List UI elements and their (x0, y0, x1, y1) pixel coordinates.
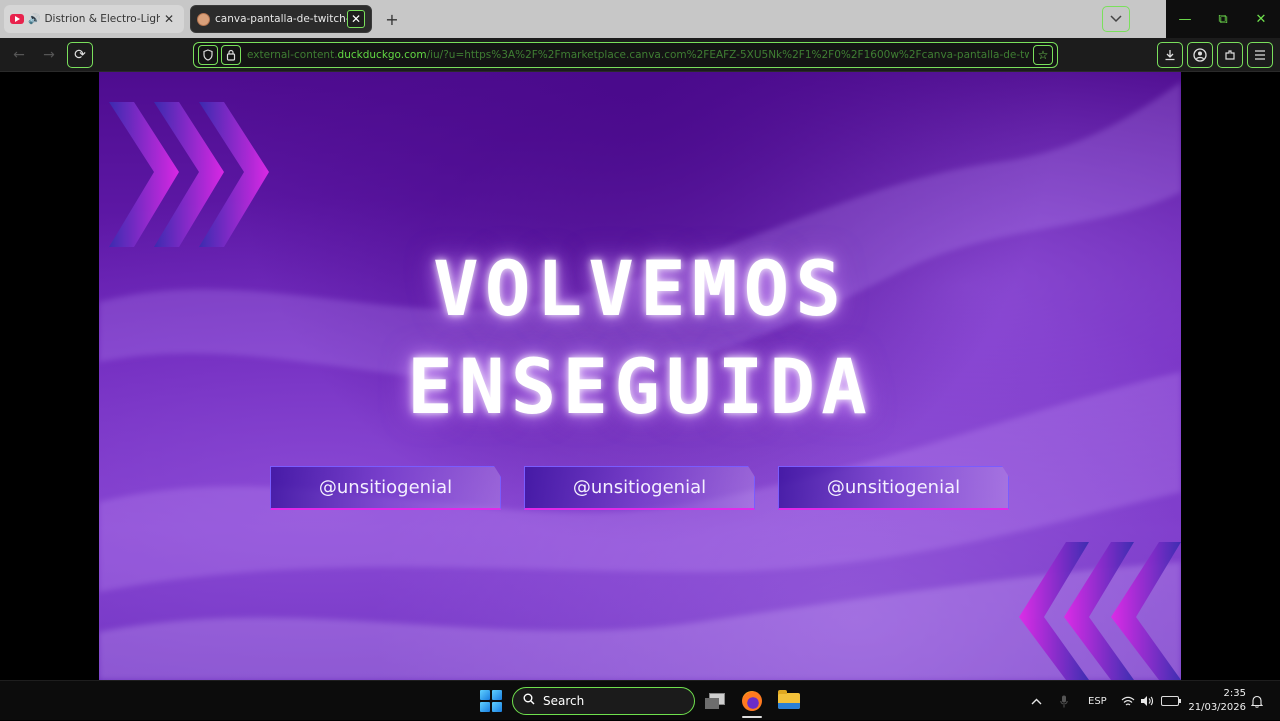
notifications-icon[interactable] (1251, 681, 1263, 721)
speaker-icon[interactable]: 🔊 (28, 14, 40, 25)
clock-date: 21/03/2026 (1188, 702, 1246, 713)
youtube-icon (10, 14, 24, 24)
restore-button[interactable]: ⧉ (1204, 0, 1242, 38)
tab-youtube[interactable]: 🔊 Distrion & Electro-Light - ✕ (4, 5, 184, 33)
search-label: Search (543, 694, 585, 708)
download-icon[interactable] (1157, 42, 1183, 68)
headline-line-1: VOLVEMOS (432, 244, 848, 333)
forward-button[interactable]: → (36, 42, 62, 68)
social-handle-badge: @unsitiogenial (524, 466, 755, 510)
lock-icon[interactable] (221, 45, 241, 65)
system-clock[interactable]: 2:35 21/03/2026 (1188, 687, 1246, 715)
account-icon[interactable] (1187, 42, 1213, 68)
extensions-icon[interactable] (1217, 42, 1243, 68)
tab-title: canva-pantalla-de-twitch-volv (215, 13, 347, 25)
navigation-bar: ← → ⟳ external-content.duckduckgo.com/iu… (0, 38, 1280, 72)
battery-icon[interactable] (1161, 681, 1181, 721)
close-window-button[interactable]: ✕ (1242, 0, 1280, 38)
shield-icon[interactable] (198, 45, 218, 65)
language-indicator[interactable]: ESP (1088, 681, 1107, 721)
headline-line-2: ENSEGUIDA (407, 342, 873, 431)
site-icon (197, 12, 210, 26)
tab-strip: 🔊 Distrion & Electro-Light - ✕ canva-pan… (0, 0, 1280, 38)
back-button[interactable]: ← (6, 42, 32, 68)
url-host: duckduckgo.com (337, 49, 427, 61)
menu-icon[interactable] (1247, 42, 1273, 68)
search-icon (523, 693, 535, 709)
social-handle-badge: @unsitiogenial (270, 466, 501, 510)
microphone-icon[interactable] (1060, 681, 1068, 721)
file-explorer-icon[interactable] (777, 689, 801, 713)
minimize-button[interactable]: — (1166, 0, 1204, 38)
windows-start-icon[interactable] (480, 690, 502, 712)
twitch-screen-image: VOLVEMOS ENSEGUIDA @unsitiogenial @unsit… (99, 72, 1181, 680)
volume-icon[interactable] (1140, 681, 1154, 721)
chevron-up-icon[interactable] (1031, 681, 1042, 721)
social-handle-badge: @unsitiogenial (778, 466, 1009, 510)
chevrons-top-left (109, 102, 269, 247)
new-tab-button[interactable]: + (382, 9, 402, 29)
url-prefix: external-content. (247, 49, 338, 61)
close-icon[interactable]: ✕ (347, 10, 365, 28)
tab-title: Distrion & Electro-Light - (44, 13, 160, 25)
url-path: /iu/?u=https%3A%2F%2Fmarketplace.canva.c… (426, 49, 1029, 61)
tab-canva[interactable]: canva-pantalla-de-twitch-volv ✕ (190, 5, 372, 33)
bookmark-star-icon[interactable]: ☆ (1033, 45, 1053, 65)
reload-button[interactable]: ⟳ (67, 42, 93, 68)
tab-list-button[interactable] (1102, 6, 1130, 32)
close-icon[interactable]: ✕ (160, 10, 178, 28)
page-viewport: VOLVEMOS ENSEGUIDA @unsitiogenial @unsit… (0, 72, 1280, 680)
chevron-down-icon (1110, 15, 1122, 23)
taskbar: Search ESP 2:35 21/03/2026 (0, 680, 1280, 720)
taskbar-search[interactable]: Search (512, 687, 695, 715)
address-bar[interactable]: external-content.duckduckgo.com/iu/?u=ht… (193, 42, 1058, 68)
url-text[interactable]: external-content.duckduckgo.com/iu/?u=ht… (247, 49, 1029, 61)
clock-time: 2:35 (1223, 688, 1246, 699)
firefox-icon[interactable] (740, 689, 764, 718)
wifi-icon[interactable] (1121, 681, 1135, 721)
task-view-icon[interactable] (703, 689, 727, 713)
